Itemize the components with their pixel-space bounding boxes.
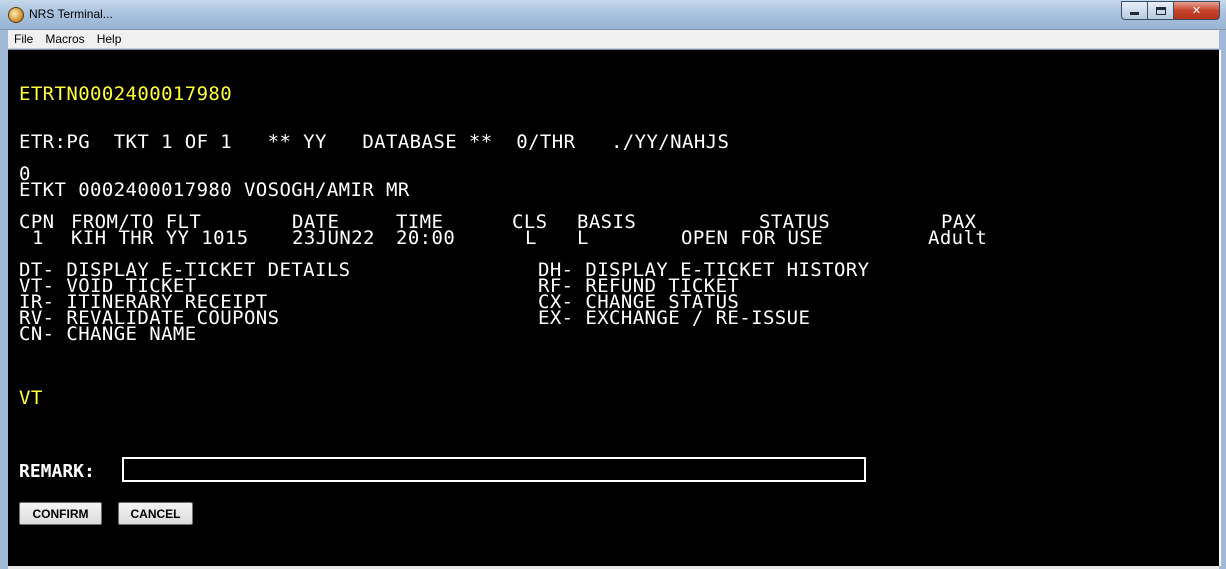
remark-input[interactable] <box>122 457 866 482</box>
close-button[interactable]: ✕ <box>1174 1 1220 20</box>
app-icon[interactable] <box>8 7 24 23</box>
menu-help[interactable]: Help <box>91 32 128 46</box>
coupon-date: 23JUN22 <box>292 227 375 249</box>
terminal-screen[interactable]: ETRTN0002400017980 ETR:PG TKT 1 OF 1 ** … <box>8 50 1219 566</box>
coupon-number: 1 <box>32 227 44 249</box>
minimize-icon <box>1130 12 1139 15</box>
coupon-basis: L <box>577 227 589 249</box>
maximize-icon <box>1155 6 1166 15</box>
remark-label: REMARK: <box>19 461 95 482</box>
command-entered: VT <box>19 387 43 409</box>
window-frame-left <box>0 30 8 569</box>
coupon-pax: Adult <box>928 227 988 249</box>
ticket-passenger-line: ETKT 0002400017980 VOSOGH/AMIR MR <box>19 179 410 201</box>
coupon-class: L <box>525 227 537 249</box>
coupon-status: OPEN FOR USE <box>681 227 824 249</box>
ticket-status-line: ETR:PG TKT 1 OF 1 ** YY DATABASE ** 0/TH… <box>19 131 730 153</box>
menu-macros[interactable]: Macros <box>39 32 90 46</box>
command-change-name[interactable]: CN- CHANGE NAME <box>19 325 197 344</box>
menu-bar: File Macros Help <box>8 30 1219 49</box>
window-title: NRS Terminal... <box>29 7 113 21</box>
window-controls: ✕ <box>1121 1 1220 20</box>
cancel-button[interactable]: CANCEL <box>118 502 193 525</box>
maximize-button[interactable] <box>1148 1 1174 20</box>
ticket-record-code: ETRTN0002400017980 <box>19 83 233 105</box>
coupon-time: 20:00 <box>396 227 456 249</box>
menu-file[interactable]: File <box>8 32 39 46</box>
command-exchange-reissue[interactable]: EX- EXCHANGE / RE-ISSUE <box>538 309 810 328</box>
scrollbar-track[interactable] <box>1219 50 1221 566</box>
close-icon: ✕ <box>1191 4 1202 17</box>
minimize-button[interactable] <box>1121 1 1148 20</box>
coupon-route-flight: KIH THR YY 1015 <box>71 227 249 249</box>
confirm-button[interactable]: CONFIRM <box>19 502 102 525</box>
title-bar[interactable]: NRS Terminal... ✕ <box>0 0 1226 30</box>
